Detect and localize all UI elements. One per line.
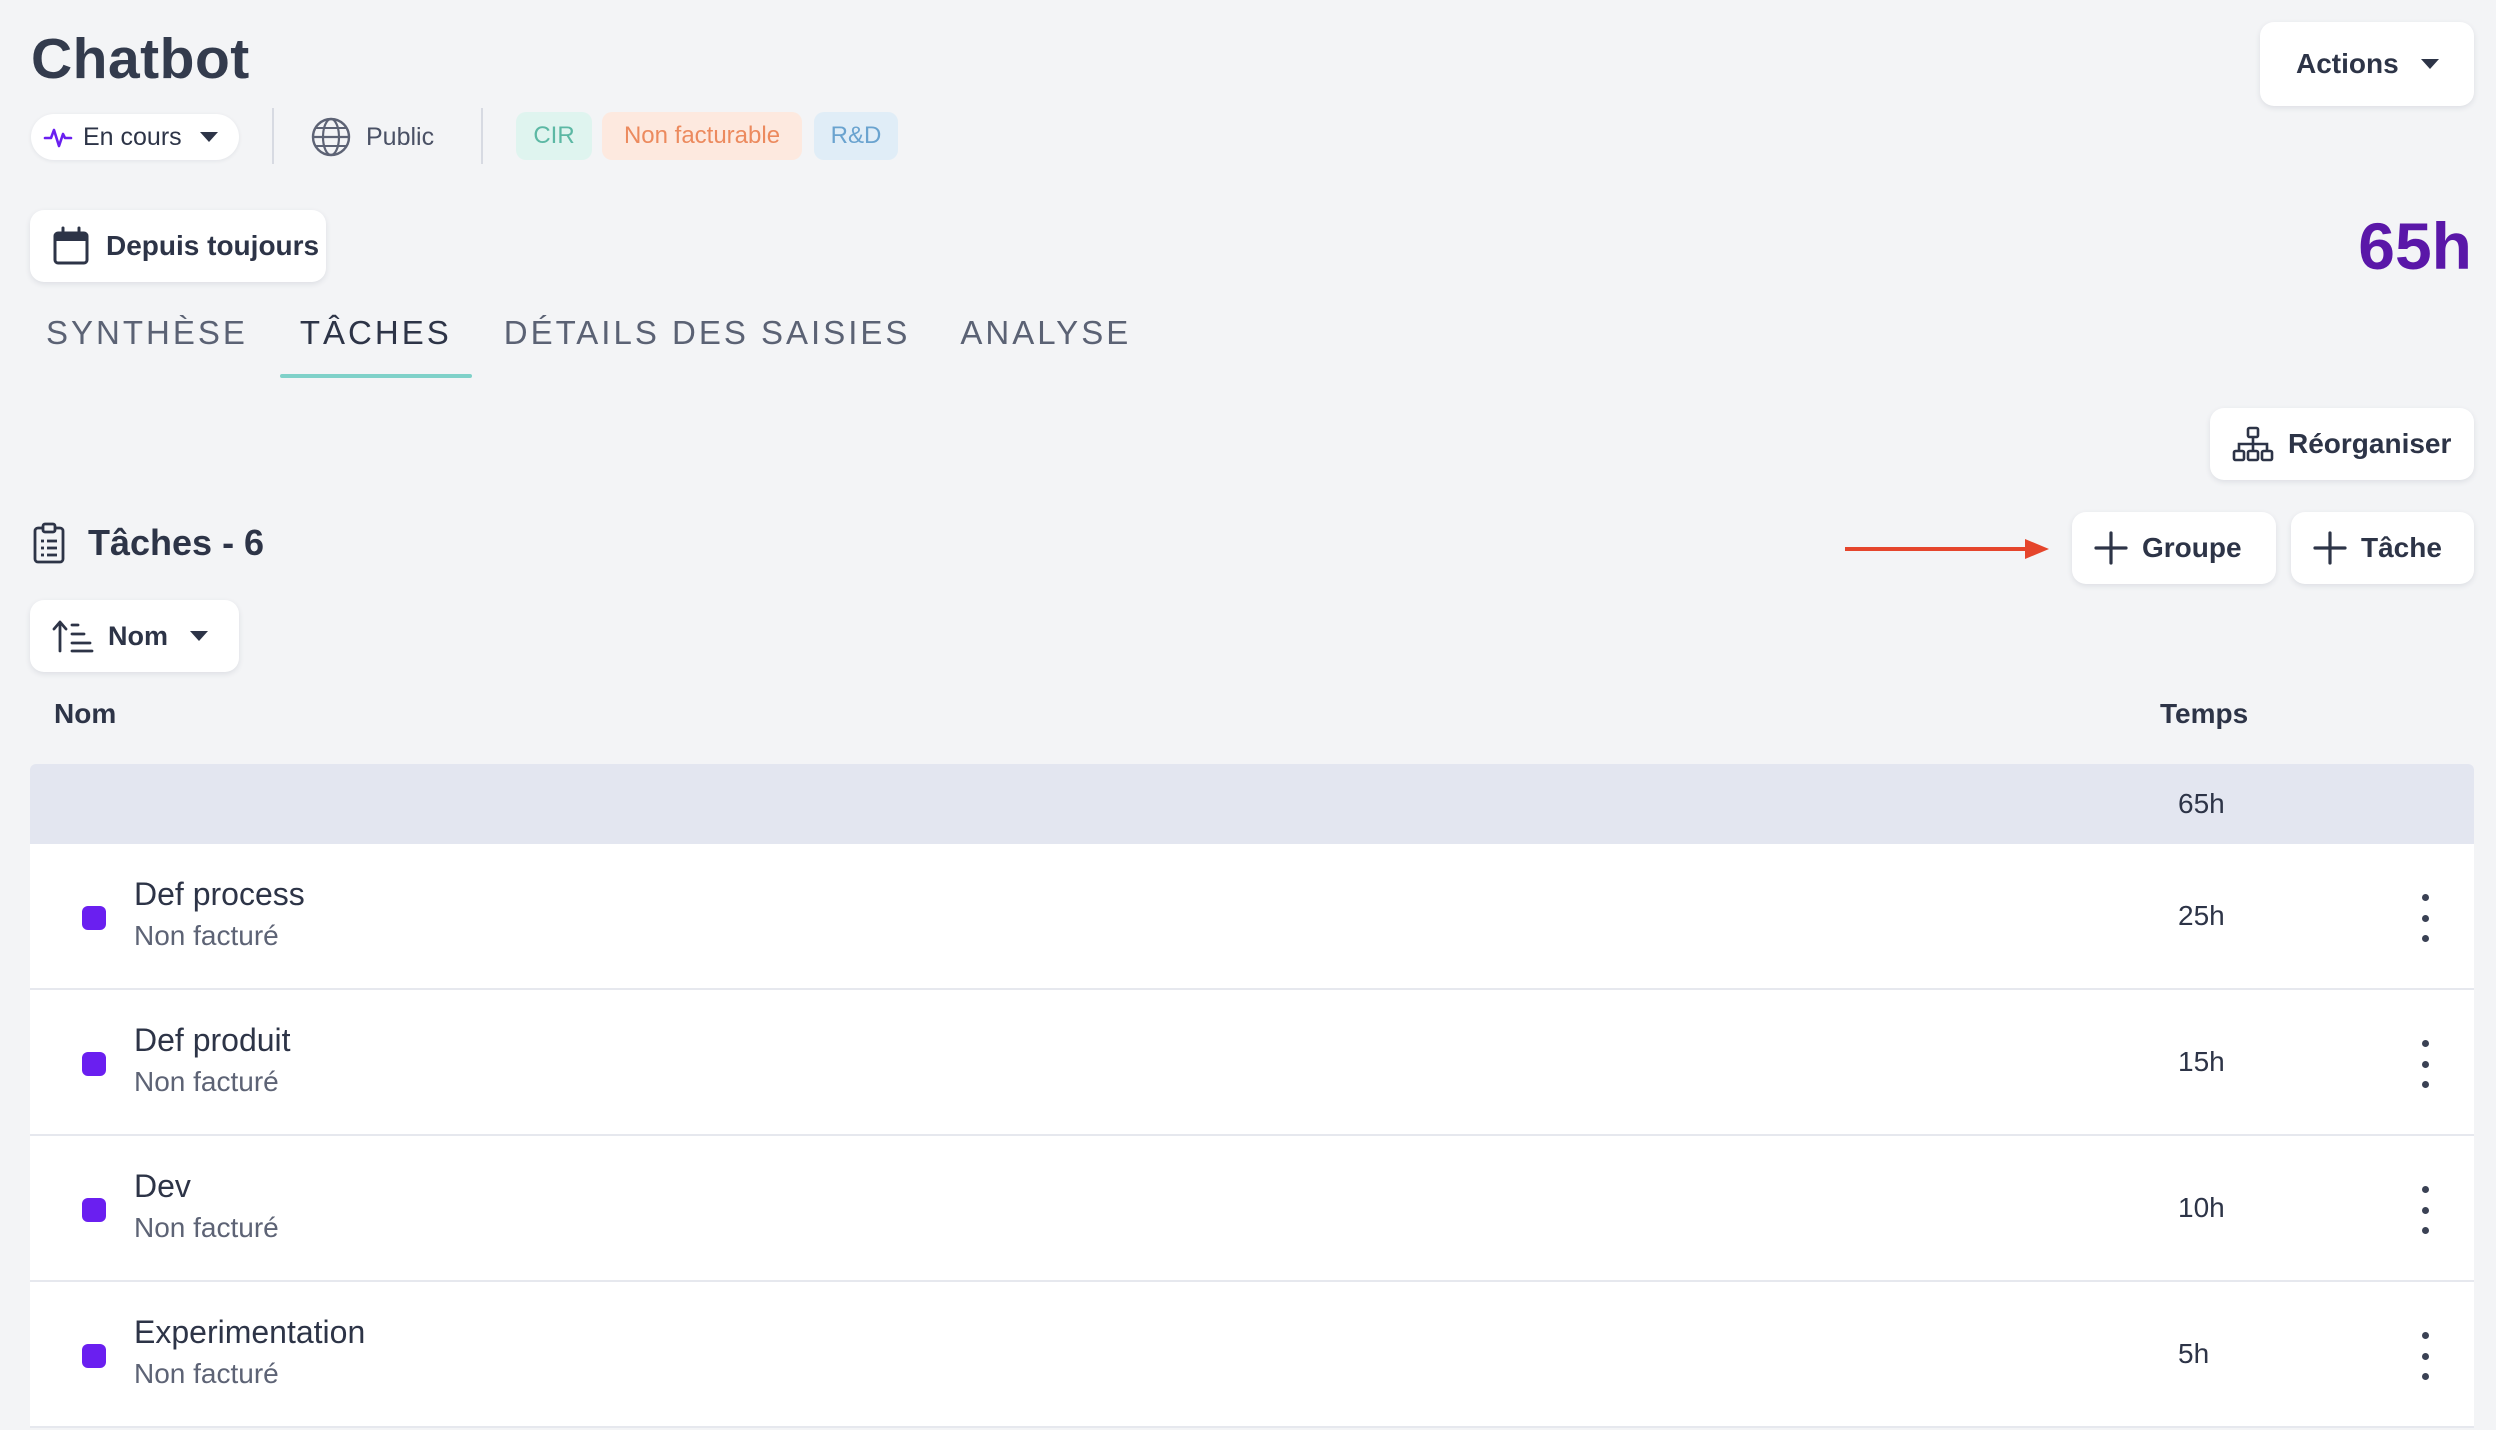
sort-dropdown[interactable]: Nom <box>30 600 239 672</box>
task-time: 15h <box>2178 1046 2225 1077</box>
tag-label: CIR <box>533 122 575 149</box>
task-time: 5h <box>2178 1338 2210 1369</box>
calendar-icon <box>53 226 89 265</box>
add-group-button[interactable]: Groupe <box>2072 512 2276 584</box>
tab-analyse[interactable]: ANALYSE <box>960 314 1131 366</box>
actions-button[interactable]: Actions <box>2260 22 2474 106</box>
add-group-label: Groupe <box>2142 532 2242 563</box>
group-total-time: 65h <box>2178 788 2225 819</box>
tab-bar: SYNTHÈSE TÂCHES DÉTAILS DES SAISIES ANAL… <box>46 314 1131 378</box>
visibility-indicator[interactable]: Public <box>310 114 434 160</box>
chevron-down-icon <box>190 631 208 641</box>
column-header-name[interactable]: Nom <box>54 698 116 730</box>
tasks-table: 65h Def process Non facturé 25h Def prod… <box>30 764 2474 1428</box>
plus-icon <box>2313 531 2347 565</box>
task-name[interactable]: Def produit <box>134 1022 291 1059</box>
divider <box>272 108 274 164</box>
table-header: Nom Temps <box>30 698 2474 738</box>
table-row[interactable]: Def produit Non facturé 15h <box>30 990 2474 1136</box>
hierarchy-icon <box>2232 426 2274 462</box>
task-billing: Non facturé <box>134 920 279 951</box>
tasks-section-header: Tâches - 6 <box>32 522 264 564</box>
globe-icon <box>311 117 351 157</box>
tab-details-saisies[interactable]: DÉTAILS DES SAISIES <box>504 314 911 366</box>
sort-ascending-icon <box>52 620 94 653</box>
more-vertical-icon[interactable] <box>2412 894 2438 942</box>
more-vertical-icon[interactable] <box>2412 1332 2438 1380</box>
task-color-dot <box>82 1052 106 1076</box>
arrow-right-icon <box>1845 539 2049 559</box>
task-name[interactable]: Dev <box>134 1168 191 1205</box>
task-color-dot <box>82 906 106 930</box>
clipboard-list-icon <box>33 522 65 564</box>
table-row[interactable]: Def process Non facturé 25h <box>30 844 2474 990</box>
chevron-down-icon <box>199 132 218 142</box>
task-billing: Non facturé <box>134 1358 279 1389</box>
tab-taches[interactable]: TÂCHES <box>279 314 472 378</box>
column-header-time[interactable]: Temps <box>2160 698 2248 730</box>
task-time: 25h <box>2178 900 2225 931</box>
table-row[interactable]: Dev Non facturé 10h <box>30 1136 2474 1282</box>
task-time: 10h <box>2178 1192 2225 1223</box>
visibility-label: Public <box>366 122 435 151</box>
status-label: En cours <box>83 122 182 151</box>
task-name[interactable]: Experimentation <box>134 1314 365 1351</box>
tag-rd: R&D <box>814 112 898 160</box>
task-billing: Non facturé <box>134 1212 279 1243</box>
plus-icon <box>2094 531 2128 565</box>
tab-synthese[interactable]: SYNTHÈSE <box>46 314 248 366</box>
group-total-row: 65h <box>30 764 2474 844</box>
tag-label: Non facturable <box>623 122 781 149</box>
add-task-label: Tâche <box>2361 532 2442 563</box>
task-name[interactable]: Def process <box>134 876 305 913</box>
activity-icon <box>43 128 73 148</box>
task-billing: Non facturé <box>134 1066 279 1097</box>
chevron-down-icon <box>2420 59 2439 69</box>
table-row[interactable]: Experimentation Non facturé 5h <box>30 1282 2474 1428</box>
add-task-button[interactable]: Tâche <box>2291 512 2474 584</box>
task-color-dot <box>82 1344 106 1368</box>
actions-label: Actions <box>2296 48 2399 79</box>
tag-non-facturable: Non facturable <box>602 112 802 160</box>
tag-label: R&D <box>830 122 882 149</box>
tag-cir: CIR <box>516 112 592 160</box>
task-color-dot <box>82 1198 106 1222</box>
more-vertical-icon[interactable] <box>2412 1040 2438 1088</box>
status-dropdown[interactable]: En cours <box>31 114 239 160</box>
divider <box>481 108 483 164</box>
sort-label: Nom <box>108 620 168 651</box>
more-vertical-icon[interactable] <box>2412 1186 2438 1234</box>
date-range-button[interactable]: Depuis toujours <box>30 210 326 282</box>
section-title-label: Tâches - 6 <box>88 522 265 563</box>
date-range-label: Depuis toujours <box>106 230 320 261</box>
reorganize-label: Réorganiser <box>2288 428 2452 459</box>
page-title: Chatbot <box>31 27 250 91</box>
total-time: 65h <box>2358 209 2472 283</box>
reorganize-button[interactable]: Réorganiser <box>2210 408 2474 480</box>
